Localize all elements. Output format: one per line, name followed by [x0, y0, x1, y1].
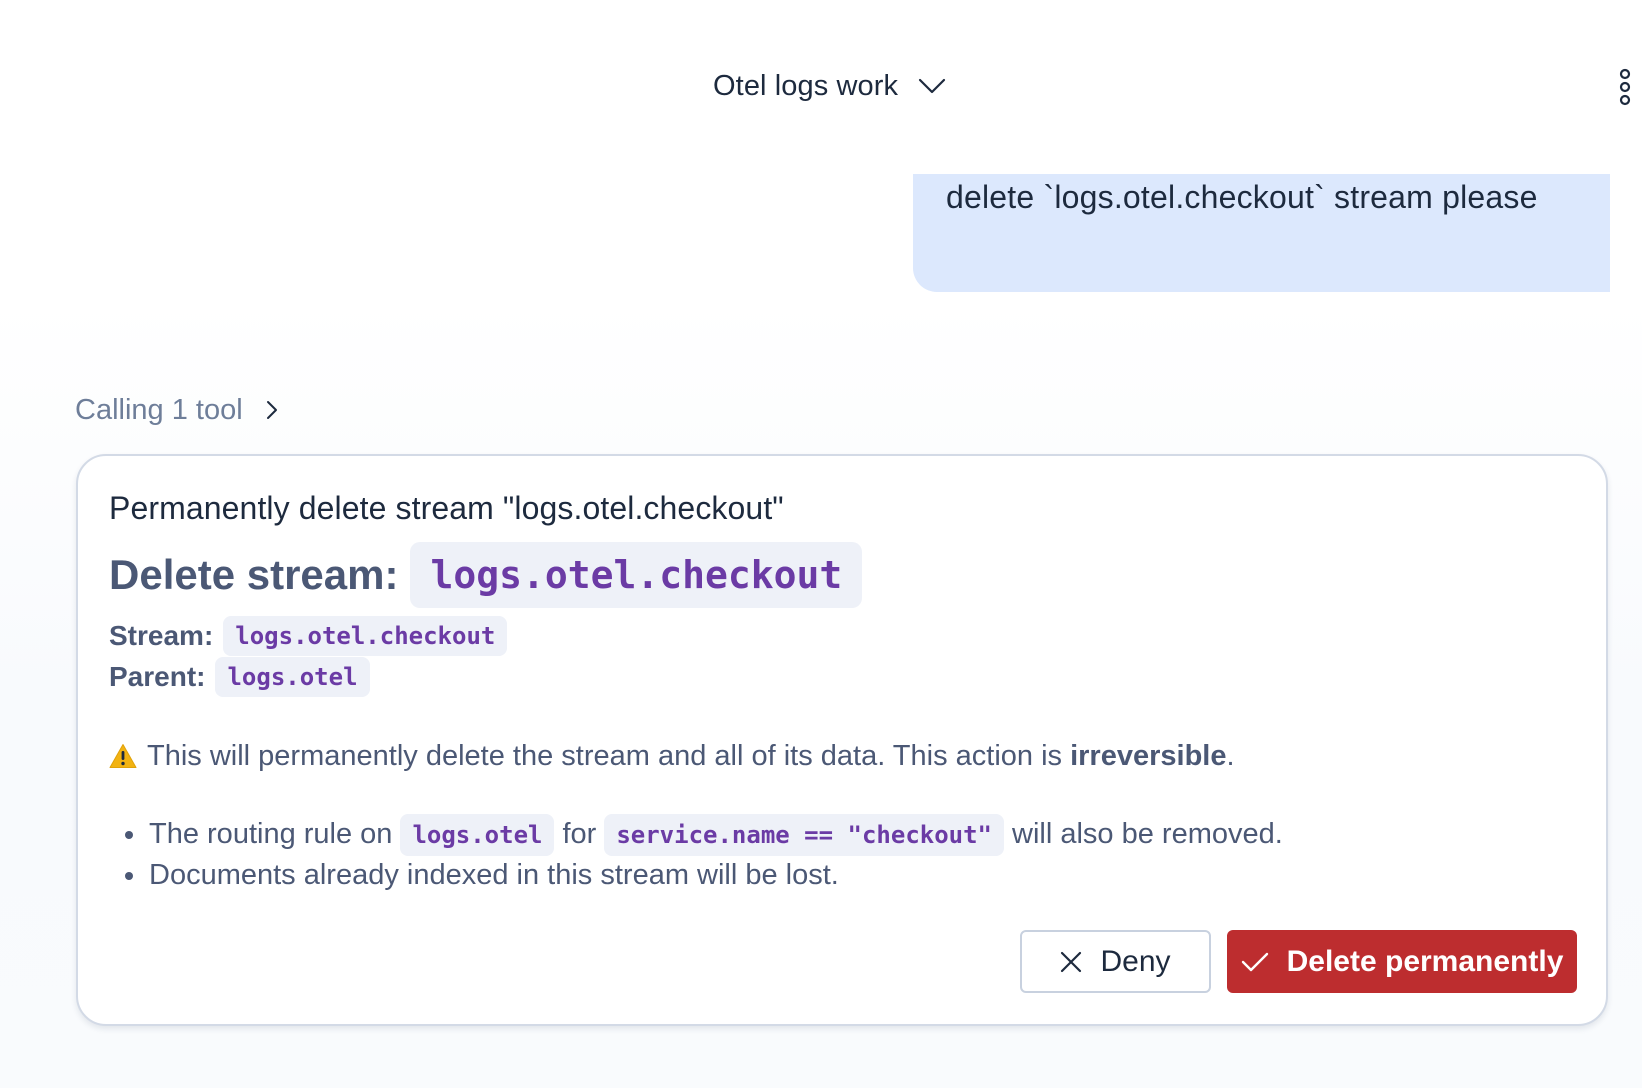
tool-call-toggle[interactable]: Calling 1 tool [75, 390, 279, 430]
delete-confirmation-card: Permanently delete stream "logs.otel.che… [76, 454, 1608, 1026]
check-icon [1241, 952, 1268, 971]
heading-label: Delete stream: [109, 551, 399, 598]
warning-message: This will permanently delete the stream … [109, 736, 1235, 776]
heading-stream-code: logs.otel.checkout [410, 542, 863, 608]
consequence-list: The routing rule on logs.otel for servic… [109, 813, 1283, 896]
warning-text-suffix: . [1226, 739, 1235, 772]
list-item: Documents already indexed in this stream… [109, 855, 1283, 896]
confirmation-heading: Delete stream: logs.otel.checkout [109, 542, 863, 608]
warning-text-bold: irreversible [1070, 739, 1227, 772]
routing-rule-parent-code: logs.otel [400, 813, 555, 856]
warning-text-prefix: This will permanently delete the stream … [147, 739, 1071, 772]
conversation-header: Otel logs work [0, 0, 1642, 170]
deny-button-label: Deny [1100, 944, 1171, 978]
chevron-right-icon [266, 401, 277, 419]
parent-value: logs.otel [215, 657, 370, 697]
chevron-down-icon [919, 78, 946, 94]
confirmation-title: Permanently delete stream "logs.otel.che… [109, 490, 784, 526]
delete-permanently-button[interactable]: Delete permanently [1227, 930, 1577, 993]
conversation-title-dropdown[interactable]: Otel logs work [713, 66, 946, 106]
user-message-bubble: delete `logs.otel.checkout` stream pleas… [913, 174, 1610, 292]
tool-call-label: Calling 1 tool [75, 393, 243, 426]
stream-label: Stream: [109, 620, 214, 651]
bullet-text: Documents already indexed in this stream… [149, 859, 839, 891]
close-icon [1061, 951, 1082, 972]
delete-permanently-label: Delete permanently [1286, 944, 1564, 978]
warning-text: This will permanently delete the stream … [147, 740, 1235, 773]
deny-button[interactable]: Deny [1020, 930, 1211, 993]
routing-condition-code: service.name == "checkout" [604, 813, 1005, 856]
bullet-text: for [562, 818, 597, 850]
vertical-ellipsis-icon[interactable] [1612, 68, 1638, 106]
bullet-text: will also be removed. [1012, 818, 1283, 850]
warning-icon [109, 744, 137, 768]
parent-label: Parent: [109, 661, 206, 692]
user-message-text: delete `logs.otel.checkout` stream pleas… [946, 179, 1538, 215]
parent-row: Parent: logs.otel [109, 657, 370, 697]
list-item: The routing rule on logs.otel for servic… [109, 813, 1283, 856]
conversation-title: Otel logs work [713, 69, 899, 102]
stream-value: logs.otel.checkout [223, 616, 508, 656]
stream-row: Stream: logs.otel.checkout [109, 616, 508, 656]
bullet-text: The routing rule on [149, 818, 393, 850]
